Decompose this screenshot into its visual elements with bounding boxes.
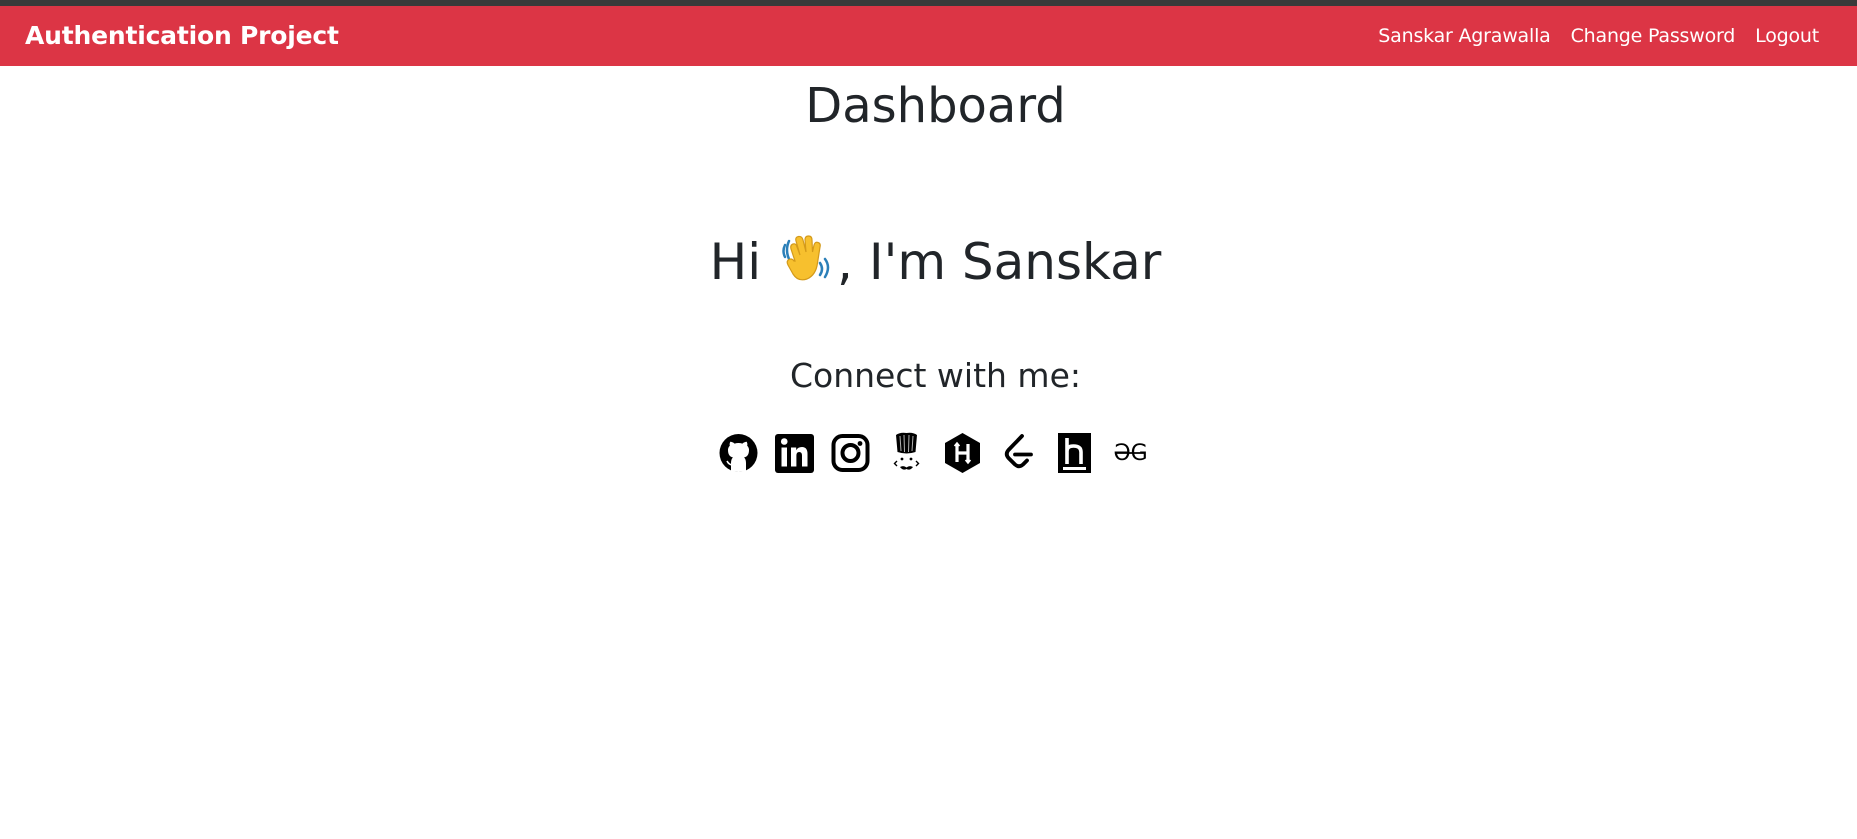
nav-logout-link[interactable]: Logout: [1755, 25, 1819, 47]
waving-hand-icon: [779, 231, 835, 287]
social-icons: ƏG: [718, 430, 1151, 476]
greeting-suffix: , I'm Sanskar: [837, 233, 1162, 291]
nav-change-password-link[interactable]: Change Password: [1571, 25, 1736, 47]
brand-link[interactable]: Authentication Project: [25, 6, 339, 66]
hackerrank-icon[interactable]: [942, 430, 983, 476]
instagram-icon[interactable]: [830, 430, 871, 476]
connect-heading: Connect with me:: [789, 356, 1081, 395]
codechef-icon[interactable]: [886, 430, 927, 476]
nav-user-name-link[interactable]: Sanskar Agrawalla: [1378, 25, 1551, 47]
greeting-heading: Hi , I'm Sanskar: [0, 230, 1857, 294]
hackerearth-icon[interactable]: [1054, 430, 1095, 476]
leetcode-icon[interactable]: [998, 430, 1039, 476]
navbar: Authentication Project Sanskar Agrawalla…: [0, 6, 1857, 66]
linkedin-icon[interactable]: [774, 430, 815, 476]
nav-links: Sanskar Agrawalla Change Password Logout: [1378, 6, 1819, 66]
geeksforgeeks-icon[interactable]: ƏG: [1110, 430, 1151, 476]
page-title: Dashboard: [805, 78, 1066, 134]
github-icon[interactable]: [718, 430, 759, 476]
greeting-prefix: Hi: [709, 233, 778, 291]
